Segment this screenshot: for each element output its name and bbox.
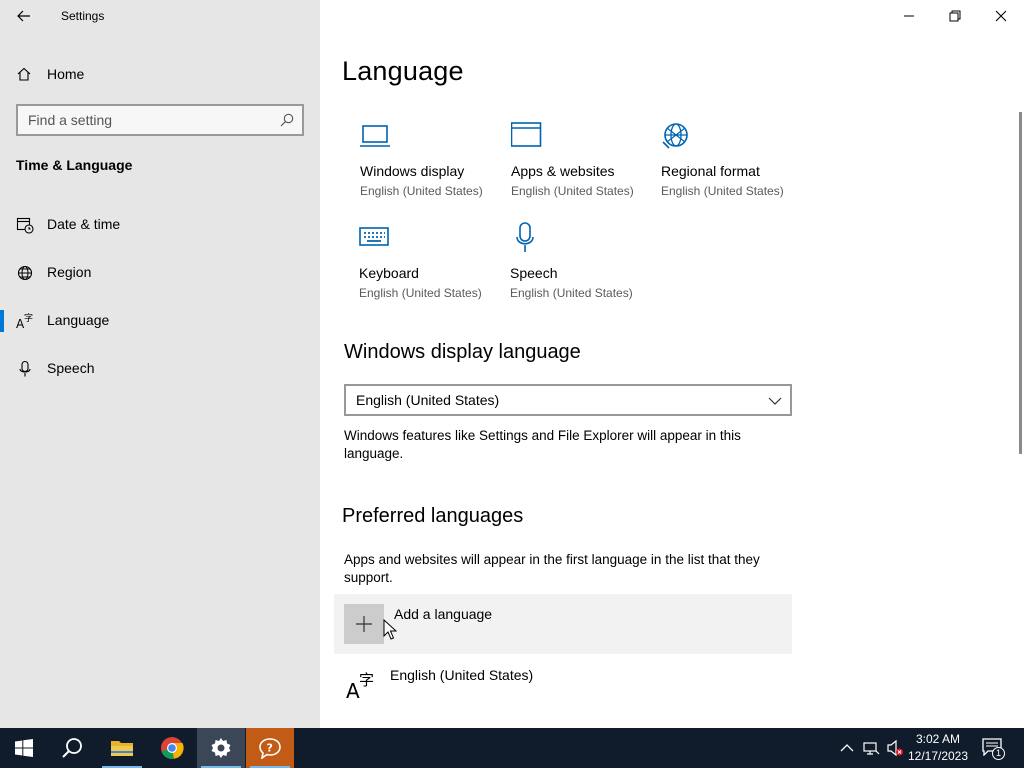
tile-title: Apps & websites — [511, 163, 615, 179]
language-icon: A字 — [346, 671, 374, 700]
network-icon[interactable] — [862, 739, 880, 757]
close-icon — [995, 10, 1007, 22]
get-help-button[interactable]: ? — [246, 728, 294, 768]
add-language-label: Add a language — [394, 606, 493, 622]
clock[interactable]: 3:02 AM 12/17/2023 — [904, 731, 972, 765]
tile-subtitle: English (United States) — [359, 286, 482, 300]
plus-icon-box — [344, 604, 384, 644]
tile-windows-display[interactable]: Windows display English (United States) — [360, 120, 500, 220]
sidebar-item-label: Date & time — [47, 216, 121, 232]
home-icon — [17, 67, 31, 81]
selected-value: English (United States) — [356, 392, 500, 408]
taskbar: ? 3:02 AM 12/17/2023 1 — [0, 728, 1024, 768]
search-placeholder: Find a setting — [28, 112, 113, 128]
sidebar-item-label: Language — [47, 312, 110, 328]
search-button[interactable] — [48, 728, 96, 768]
monitor-icon — [360, 125, 390, 147]
preferred-languages-description: Apps and websites will appear in the fir… — [344, 552, 760, 585]
tile-subtitle: English (United States) — [511, 184, 634, 198]
app-title: Settings — [61, 9, 105, 23]
chrome-icon — [161, 737, 184, 759]
plus-icon — [356, 616, 372, 632]
back-button[interactable] — [14, 6, 34, 26]
sidebar-item-language[interactable]: A字 Language — [0, 303, 320, 339]
tile-title: Speech — [510, 265, 558, 281]
display-language-description: Windows features like Settings and File … — [344, 428, 741, 461]
svg-text:字: 字 — [24, 312, 33, 324]
close-button[interactable] — [978, 0, 1024, 32]
tile-apps-websites[interactable]: Apps & websites English (United States) — [511, 120, 651, 220]
sidebar-item-label: Home — [47, 66, 85, 82]
language-icon: A字 — [16, 312, 33, 330]
keyboard-icon — [359, 227, 389, 246]
minimize-icon — [904, 15, 914, 17]
tile-regional-format[interactable]: Regional format English (United States) — [661, 120, 801, 220]
page-title: Language — [342, 56, 464, 86]
tile-subtitle: English (United States) — [661, 184, 784, 198]
start-button[interactable] — [0, 728, 48, 768]
chevron-down-icon — [768, 397, 782, 405]
add-language-button[interactable]: Add a language — [334, 594, 792, 654]
search-input[interactable]: Find a setting — [16, 104, 304, 136]
svg-text:字: 字 — [359, 671, 374, 689]
preferred-languages-heading: Preferred languages — [342, 505, 524, 527]
globe-icon — [17, 265, 33, 281]
svg-text:A: A — [346, 679, 360, 700]
active-indicator — [0, 310, 4, 332]
action-center-button[interactable]: 1 — [980, 736, 1006, 760]
calendar-clock-icon — [16, 217, 34, 234]
tile-title: Regional format — [661, 163, 760, 179]
clock-date: 12/17/2023 — [907, 749, 969, 763]
file-explorer-button[interactable] — [98, 728, 146, 768]
get-help-icon: ? — [259, 738, 281, 759]
settings-icon — [211, 738, 231, 758]
main-content: Language Windows display English (United… — [320, 0, 1024, 728]
start-icon — [15, 739, 33, 757]
globe-icon — [662, 123, 688, 149]
search-icon — [62, 738, 82, 758]
clock-time: 3:02 AM — [915, 732, 961, 746]
display-language-heading: Windows display language — [344, 341, 581, 363]
tile-subtitle: English (United States) — [360, 184, 483, 198]
mouse-cursor-icon — [383, 619, 397, 640]
file-explorer-icon — [111, 741, 133, 756]
notification-count-badge: 1 — [992, 747, 1005, 760]
tile-title: Keyboard — [359, 265, 419, 281]
sidebar-item-home[interactable]: Home — [16, 63, 84, 85]
chrome-button[interactable] — [148, 728, 196, 768]
microphone-icon — [19, 360, 31, 377]
sidebar-item-label: Speech — [47, 360, 95, 376]
sidebar: Settings Home Find a setting Time & Lang… — [0, 0, 320, 728]
minimize-button[interactable] — [886, 0, 932, 32]
sidebar-item-date-time[interactable]: Date & time — [0, 207, 320, 243]
browser-window-icon — [511, 122, 542, 147]
restore-icon — [949, 10, 961, 22]
sidebar-item-region[interactable]: Region — [0, 255, 320, 291]
settings-button[interactable] — [197, 728, 245, 768]
tile-title: Windows display — [360, 163, 465, 179]
microphone-icon — [516, 222, 534, 252]
sidebar-item-label: Region — [47, 264, 92, 280]
scrollbar[interactable] — [1019, 112, 1022, 454]
language-list-item[interactable]: A字 English (United States) — [334, 660, 792, 710]
back-arrow-icon — [17, 10, 30, 22]
volume-muted-icon[interactable] — [886, 739, 904, 757]
tile-speech[interactable]: Speech English (United States) — [510, 222, 650, 322]
language-name: English (United States) — [390, 667, 534, 683]
chevron-up-icon[interactable] — [838, 739, 856, 757]
section-title: Time & Language — [16, 157, 133, 173]
display-language-select[interactable]: English (United States) — [344, 384, 792, 416]
tile-keyboard[interactable]: Keyboard English (United States) — [359, 222, 499, 322]
svg-text:?: ? — [267, 742, 273, 755]
tile-subtitle: English (United States) — [510, 286, 633, 300]
sidebar-item-speech[interactable]: Speech — [0, 351, 320, 387]
search-icon[interactable] — [279, 112, 295, 128]
restore-button[interactable] — [932, 0, 978, 32]
